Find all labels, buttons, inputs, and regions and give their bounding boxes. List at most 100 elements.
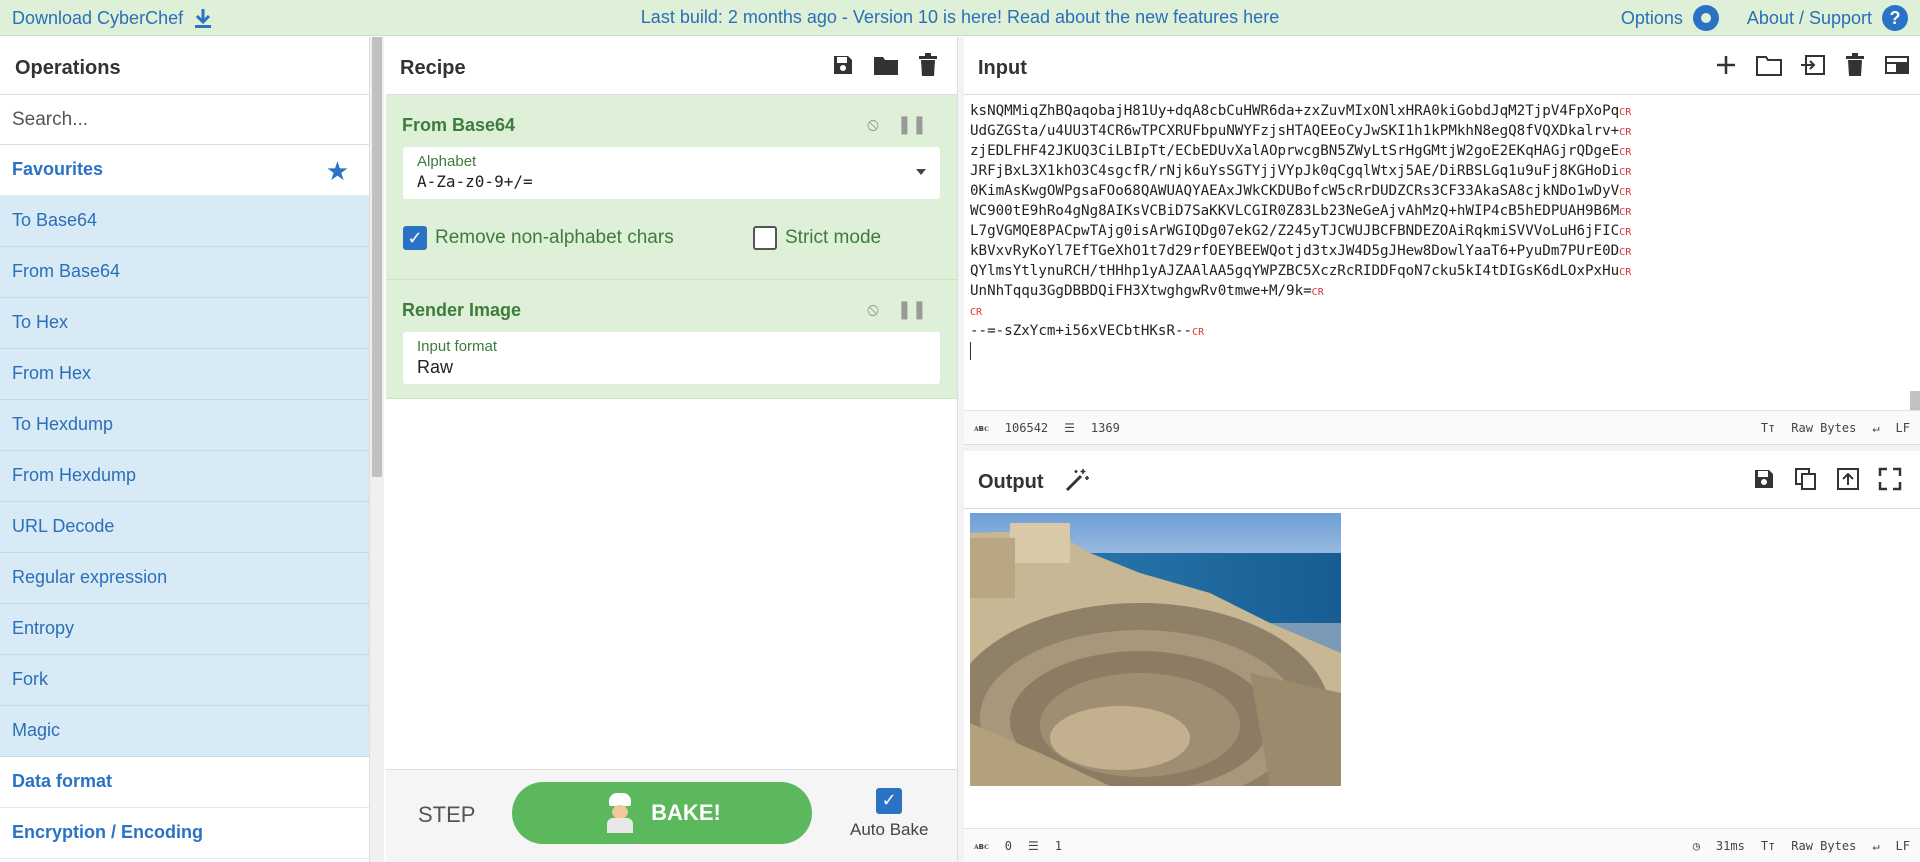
open-file-icon[interactable] xyxy=(1800,53,1826,77)
trash-icon[interactable] xyxy=(917,53,939,77)
checkbox-label[interactable]: Strict mode xyxy=(785,227,881,249)
bake-label[interactable]: BAKE! xyxy=(651,800,721,826)
recipe-title: Recipe xyxy=(400,57,466,79)
operation-item[interactable]: To Hex xyxy=(0,298,369,349)
save-output-icon[interactable] xyxy=(1752,467,1776,491)
carriage-return-marker: CR xyxy=(1311,287,1324,298)
eol-icon[interactable]: ↵ xyxy=(1872,421,1879,435)
input-line: kBVxvRyKoYl7EfTGeXhO1t7d29rfOEYBEEWQotjd… xyxy=(970,241,1914,261)
help-icon[interactable]: ? xyxy=(1882,5,1908,31)
folder-icon[interactable] xyxy=(873,53,899,77)
version-notice-link[interactable]: Last build: 2 months ago - Version 10 is… xyxy=(641,7,1279,27)
about-support-label[interactable]: About / Support xyxy=(1747,8,1872,29)
category-encryption-encoding[interactable]: Encryption / Encoding xyxy=(0,808,369,859)
operation-item[interactable]: From Base64 xyxy=(0,247,369,298)
star-icon[interactable]: ★ xyxy=(326,156,349,187)
bake-button[interactable]: BAKE! xyxy=(512,782,812,844)
input-line-text: L7gVGMQE8PACpwTAjg0isArWGIQDg07ekG2/Z245… xyxy=(970,223,1620,239)
line-count-icon: ☰ xyxy=(1028,839,1039,853)
options-label[interactable]: Options xyxy=(1621,8,1683,29)
input-line: UdGZGSta/u4UU3T4CR6wTPCXRUFbpuNWYFzjsHTA… xyxy=(970,121,1914,141)
carriage-return-marker: CR xyxy=(1619,207,1632,218)
pause-icon[interactable]: ❚❚ xyxy=(897,114,927,135)
input-line: --=-sZxYcm+i56xVECbtHKsR--CR xyxy=(970,321,1914,341)
layout-icon[interactable] xyxy=(1884,53,1910,77)
gear-icon[interactable] xyxy=(1692,5,1719,31)
operations-panel: Operations Search... Favourites ★ To Bas… xyxy=(0,37,370,862)
operation-item[interactable]: Magic xyxy=(0,706,369,757)
operation-item[interactable]: URL Decode xyxy=(0,502,369,553)
char-count-icon: ᴀʙᴄ xyxy=(974,841,989,852)
auto-bake-label[interactable]: Auto Bake xyxy=(850,820,928,840)
output-status-bar: ᴀʙᴄ 0 ☰ 1 ◷ 31ms Tт Raw Bytes ↵ LF xyxy=(964,828,1920,862)
checkbox-checked-icon[interactable]: ✓ xyxy=(403,226,427,250)
carriage-return-marker: CR xyxy=(1619,147,1632,158)
checkbox-label[interactable]: Remove non-alphabet chars xyxy=(435,227,674,249)
encoding-icon[interactable]: Tт xyxy=(1761,839,1775,853)
download-icon[interactable] xyxy=(193,7,213,29)
operation-item[interactable]: Entropy xyxy=(0,604,369,655)
output-encoding[interactable]: Raw Bytes xyxy=(1791,839,1856,853)
output-eol[interactable]: LF xyxy=(1896,839,1910,853)
clear-input-icon[interactable] xyxy=(1844,53,1866,77)
input-line: 0KimAsKwgOWPgsaFOo68QAWUAQYAEAxJWkCKDUBo… xyxy=(970,181,1914,201)
output-line-count: 1 xyxy=(1054,839,1063,853)
carriage-return-marker: CR xyxy=(1619,107,1632,118)
magic-wand-icon[interactable] xyxy=(1064,467,1090,493)
field-value[interactable]: A-Za-z0-9+/= xyxy=(417,172,926,191)
download-link[interactable]: Download CyberChef xyxy=(12,7,213,29)
operation-item[interactable]: From Hexdump xyxy=(0,451,369,502)
field-label: Input format xyxy=(417,338,498,355)
category-data-format[interactable]: Data format xyxy=(0,757,369,808)
operation-item[interactable]: To Base64 xyxy=(0,196,369,247)
open-folder-icon[interactable] xyxy=(1756,53,1782,77)
checkbox-checked-icon[interactable]: ✓ xyxy=(876,788,903,814)
operation-item[interactable]: Fork xyxy=(0,655,369,706)
operation-item[interactable]: From Hex xyxy=(0,349,369,400)
add-tab-icon[interactable] xyxy=(1714,53,1738,77)
input-format-select[interactable]: Input format Raw xyxy=(403,332,940,384)
operation-item[interactable]: Regular expression xyxy=(0,553,369,604)
operations-scrollbar[interactable] xyxy=(370,37,384,862)
operation-item[interactable]: To Hexdump xyxy=(0,400,369,451)
operations-search-input[interactable]: Search... xyxy=(0,95,369,145)
input-line: zjEDLFHF42JKUQ3CiLBIpTt/ECbEDUvXalAOprwc… xyxy=(970,141,1914,161)
download-label[interactable]: Download CyberChef xyxy=(12,8,183,29)
category-favourites[interactable]: Favourites ★ xyxy=(0,145,369,196)
input-line-text: zjEDLFHF42JKUQ3CiLBIpTt/ECbEDUvXalAOprwc… xyxy=(970,143,1620,159)
field-value[interactable]: Raw xyxy=(417,357,926,378)
scrollbar-thumb[interactable] xyxy=(372,37,382,477)
category-label: Favourites xyxy=(12,159,104,179)
disable-icon[interactable]: ⦸ xyxy=(867,114,879,135)
input-eol[interactable]: LF xyxy=(1896,421,1910,435)
encoding-icon[interactable]: Tт xyxy=(1761,421,1775,435)
input-scrollbar[interactable] xyxy=(1908,95,1920,411)
carriage-return-marker: CR xyxy=(1192,327,1205,338)
remove-non-alphabet-checkbox[interactable]: ✓ Remove non-alphabet chars xyxy=(403,226,674,250)
copy-icon[interactable] xyxy=(1794,467,1818,491)
strict-mode-checkbox[interactable]: Strict mode xyxy=(753,226,881,250)
chevron-down-icon[interactable] xyxy=(916,169,926,175)
input-line: CR xyxy=(970,301,1914,321)
char-count-icon: ᴀʙᴄ xyxy=(974,423,989,434)
eol-icon[interactable]: ↵ xyxy=(1872,839,1879,853)
fullscreen-icon[interactable] xyxy=(1878,467,1902,491)
replace-input-icon[interactable] xyxy=(1836,467,1860,491)
line-count: 1369 xyxy=(1090,421,1120,435)
scrollbar-thumb[interactable] xyxy=(1910,391,1920,411)
disable-icon[interactable]: ⦸ xyxy=(867,299,879,320)
auto-bake-toggle[interactable]: ✓ Auto Bake xyxy=(850,788,928,840)
carriage-return-marker: CR xyxy=(1619,167,1632,178)
save-icon[interactable] xyxy=(831,53,855,77)
field-label: Alphabet xyxy=(417,153,477,170)
operations-title: Operations xyxy=(15,57,121,79)
checkbox-unchecked-icon[interactable] xyxy=(753,226,777,250)
input-text-area[interactable]: ksNQMMiqZhBQaqobajH81Uy+dqA8cbCuHWR6da+z… xyxy=(964,95,1920,411)
step-button[interactable]: STEP xyxy=(418,802,475,828)
pause-icon[interactable]: ❚❚ xyxy=(897,299,927,320)
input-encoding[interactable]: Raw Bytes xyxy=(1791,421,1856,435)
input-line: WC900tE9hRo4gNg8AIKsVCBiD7SaKKVLCGIR0Z83… xyxy=(970,201,1914,221)
bake-time: 31ms xyxy=(1715,839,1745,853)
alphabet-select[interactable]: Alphabet A-Za-z0-9+/= xyxy=(403,147,940,199)
input-line: QYlmsYtlynuRCH/tHHhp1yAJZAAlAA5gqYWPZBC5… xyxy=(970,261,1914,281)
